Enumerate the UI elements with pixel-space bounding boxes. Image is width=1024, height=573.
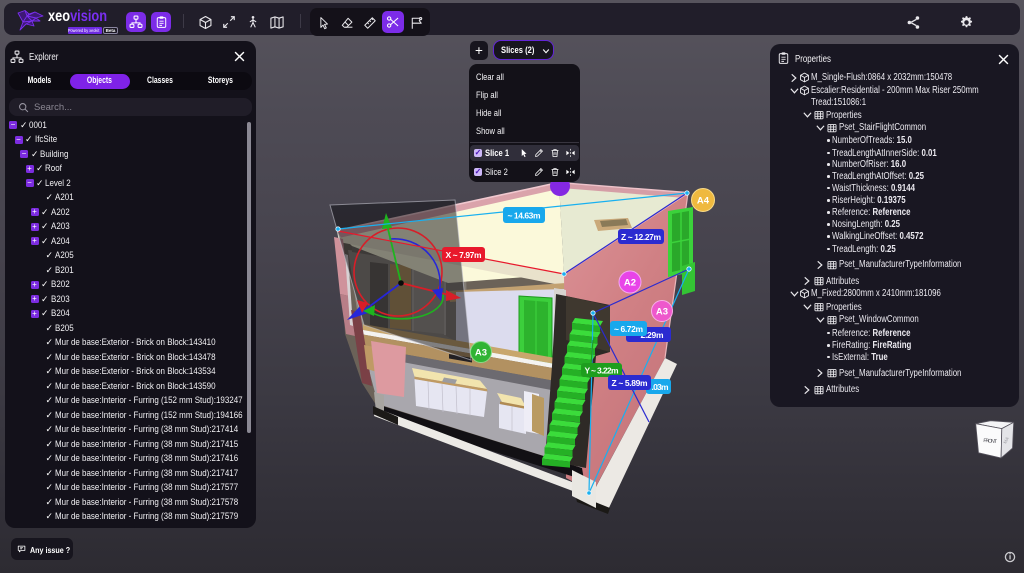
svg-text:~ 6.72m: ~ 6.72m — [614, 324, 643, 334]
svg-text:X ~ 7.97m: X ~ 7.97m — [446, 250, 482, 260]
svg-text:~ 14.63m: ~ 14.63m — [508, 211, 541, 221]
svg-text:A2: A2 — [624, 278, 636, 289]
svg-text:A4: A4 — [697, 196, 710, 207]
svg-text:A3: A3 — [656, 307, 668, 318]
svg-text:FRONT: FRONT — [983, 438, 998, 445]
svg-text:Z ~ 12.27m: Z ~ 12.27m — [621, 232, 661, 242]
svg-text:Z ~ 5.89m: Z ~ 5.89m — [612, 378, 648, 388]
svg-text:.03m: .03m — [652, 382, 669, 392]
svg-text:A3: A3 — [475, 348, 487, 359]
svg-text:Y ~ 3.22m: Y ~ 3.22m — [585, 366, 619, 376]
